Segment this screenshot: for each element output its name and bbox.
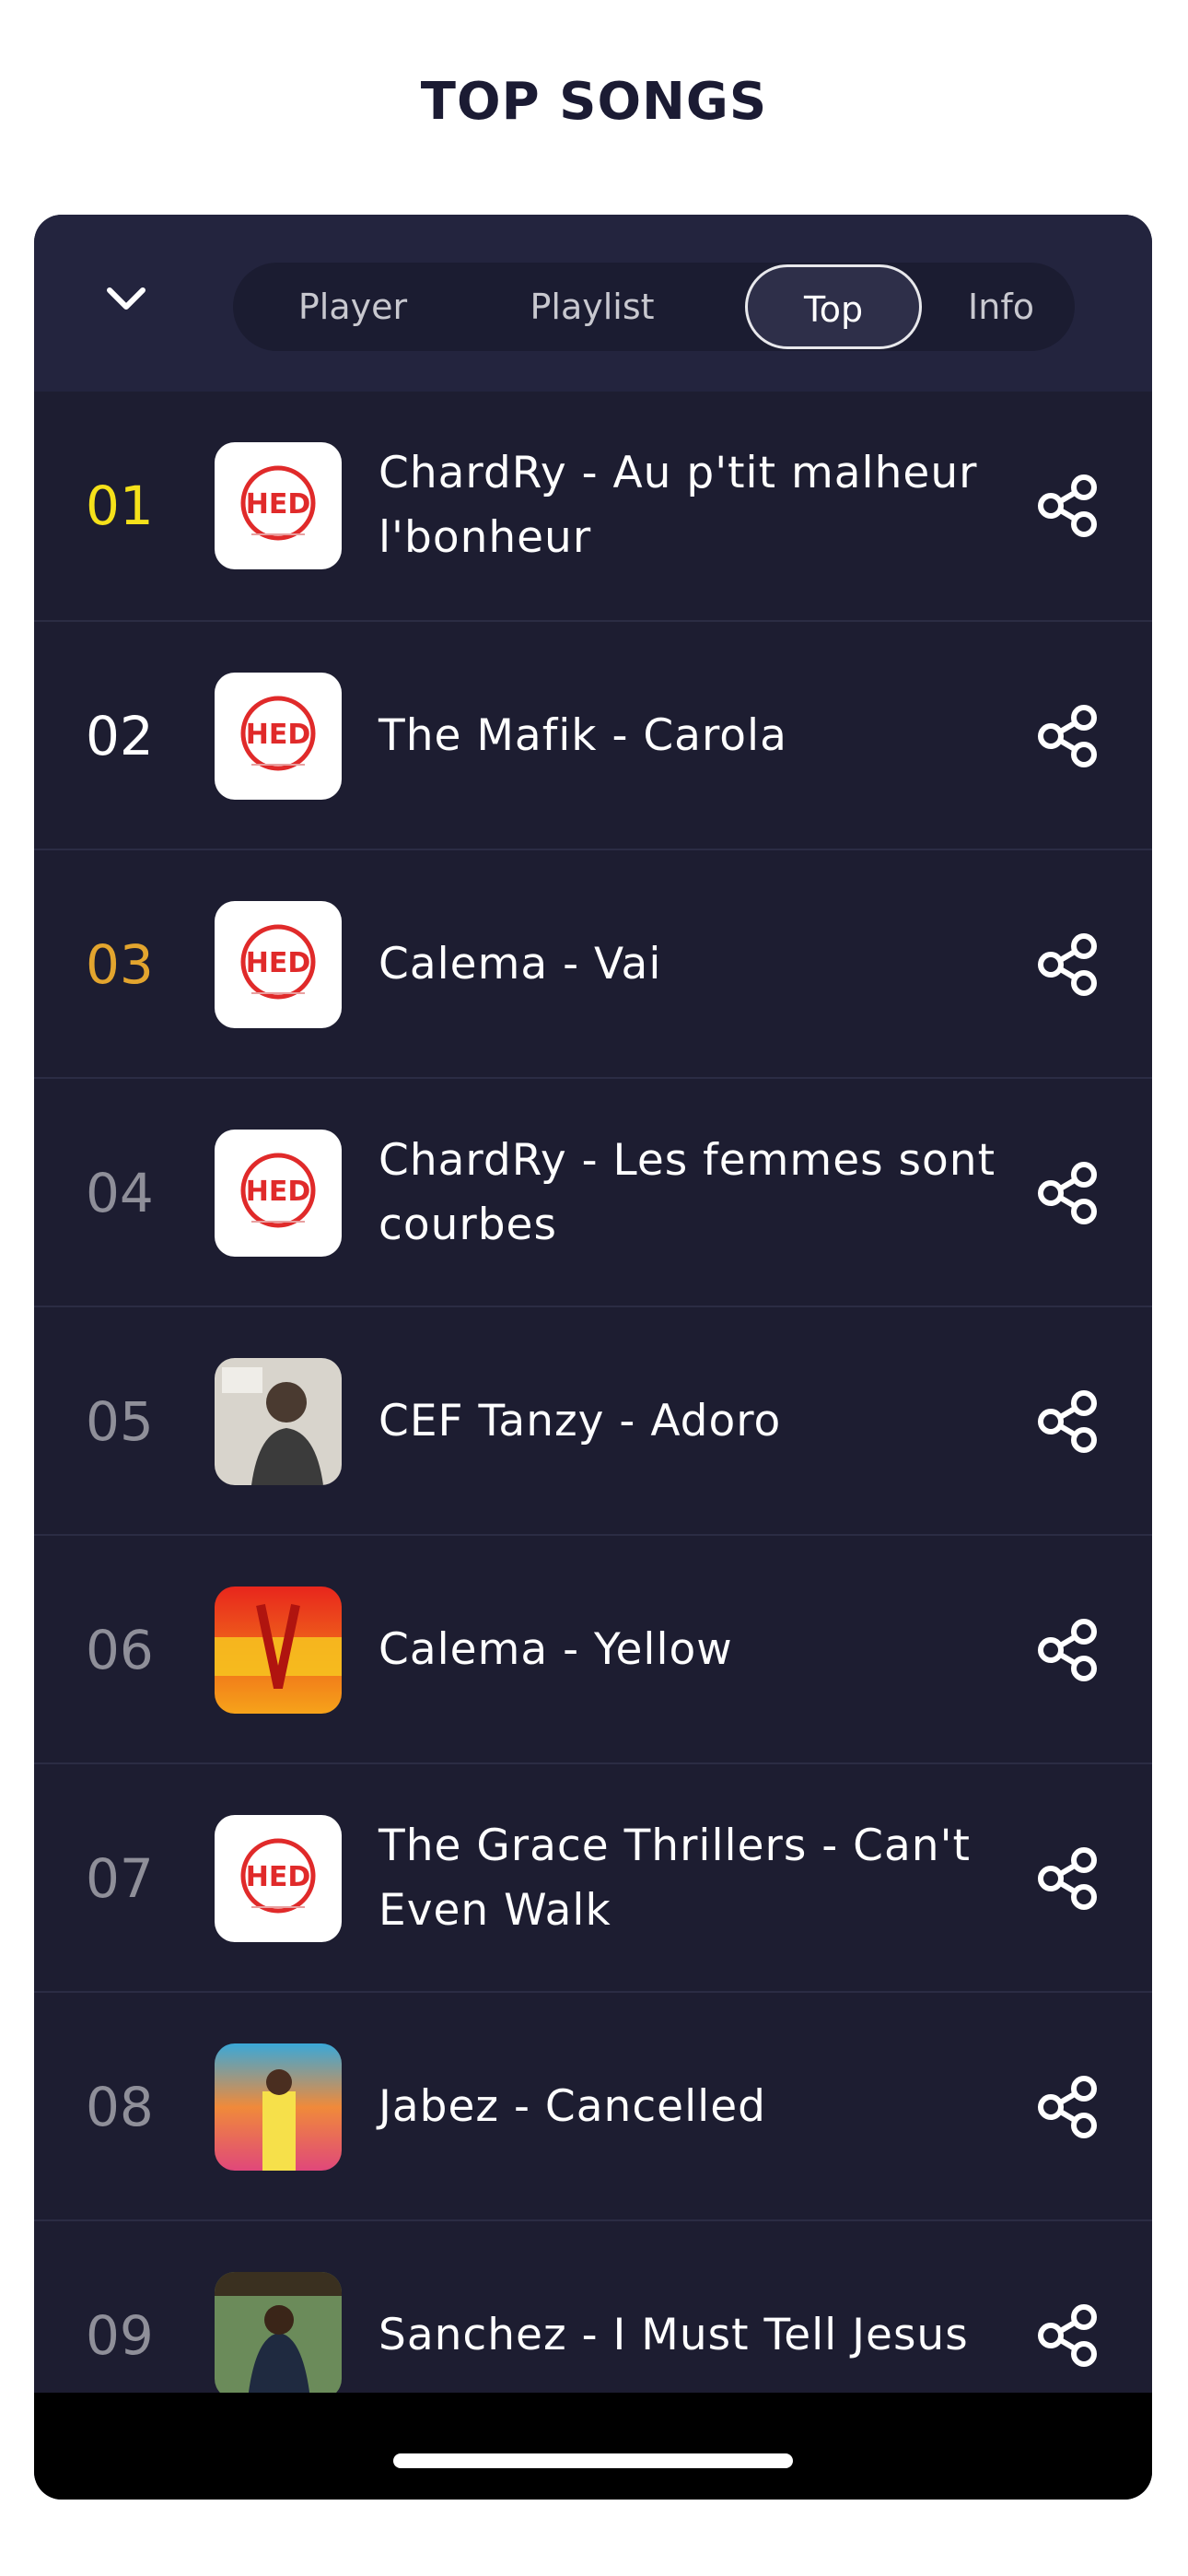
home-indicator-area — [34, 2393, 1152, 2500]
station-logo-icon: HED — [215, 1815, 342, 1942]
song-row[interactable]: 05 CEF Tanzy - Adoro — [34, 1306, 1152, 1534]
song-title: ChardRy - Les femmes sont courbes — [379, 1135, 996, 1250]
tab-bar: Player Playlist Top Info — [233, 263, 1075, 351]
station-logo-icon: HED — [215, 1130, 342, 1257]
song-title: ChardRy - Au p'tit malheur l'bonheur — [379, 448, 978, 563]
station-logo-icon: HED — [215, 901, 342, 1028]
tab-playlist[interactable]: Playlist — [472, 263, 712, 351]
song-row[interactable]: 04 HED ChardRy - Les femmes sont courbes — [34, 1077, 1152, 1306]
panel-header: Player Playlist Top Info — [34, 215, 1152, 392]
song-title: Calema - Yellow — [379, 1624, 733, 1675]
song-row[interactable]: 02 HED The Mafik - Carola — [34, 620, 1152, 849]
song-rank: 05 — [86, 1390, 154, 1453]
svg-text:HED: HED — [246, 719, 311, 751]
song-title: Calema - Vai — [379, 939, 662, 989]
song-row[interactable]: 01 HED ChardRy - Au p'tit malheur l'bonh… — [34, 392, 1152, 620]
song-rank: 04 — [86, 1162, 154, 1224]
chevron-down-icon[interactable] — [99, 272, 154, 327]
station-logo-icon: HED — [215, 673, 342, 800]
song-title: The Grace Thrillers - Can't Even Walk — [379, 1821, 971, 1936]
svg-text:HED: HED — [246, 947, 311, 979]
share-icon[interactable] — [1034, 2302, 1101, 2369]
song-row[interactable]: 07 HED The Grace Thrillers - Can't Even … — [34, 1762, 1152, 1991]
share-icon[interactable] — [1034, 931, 1101, 998]
svg-text:HED: HED — [246, 488, 311, 521]
song-title: CEF Tanzy - Adoro — [379, 1396, 782, 1446]
album-art — [215, 1587, 342, 1714]
song-rank: 06 — [86, 1619, 154, 1681]
album-art — [215, 1358, 342, 1485]
top-songs-panel: Player Playlist Top Info 01 HED ChardRy … — [34, 215, 1152, 2500]
album-art — [215, 2272, 342, 2399]
song-row[interactable]: 08 Jabez - Cancelled — [34, 1991, 1152, 2219]
song-title: Jabez - Cancelled — [379, 2081, 766, 2132]
share-icon[interactable] — [1034, 2074, 1101, 2140]
share-icon[interactable] — [1034, 1617, 1101, 1683]
song-rank: 02 — [86, 705, 154, 767]
home-indicator[interactable] — [393, 2453, 793, 2468]
song-row[interactable]: 03 HED Calema - Vai — [34, 849, 1152, 1077]
song-rank: 07 — [86, 1847, 154, 1910]
share-icon[interactable] — [1034, 703, 1101, 769]
svg-text:HED: HED — [246, 1176, 311, 1208]
tab-player[interactable]: Player — [233, 263, 472, 351]
song-title: The Mafik - Carola — [379, 710, 787, 761]
page-title: TOP SONGS — [420, 72, 768, 132]
tab-top[interactable]: Top — [745, 264, 922, 349]
share-icon[interactable] — [1034, 1845, 1101, 1912]
tab-info[interactable]: Info — [927, 263, 1075, 351]
station-logo-icon: HED — [215, 442, 342, 569]
song-row[interactable]: 06 Calema - Yellow — [34, 1534, 1152, 1762]
album-art — [215, 2043, 342, 2171]
song-rank: 08 — [86, 2076, 154, 2138]
share-icon[interactable] — [1034, 1160, 1101, 1226]
svg-text:HED: HED — [246, 1861, 311, 1893]
share-icon[interactable] — [1034, 1388, 1101, 1455]
song-rank: 03 — [86, 933, 154, 996]
song-list: 01 HED ChardRy - Au p'tit malheur l'bonh… — [34, 392, 1152, 2448]
song-rank: 01 — [86, 474, 154, 537]
share-icon[interactable] — [1034, 473, 1101, 539]
